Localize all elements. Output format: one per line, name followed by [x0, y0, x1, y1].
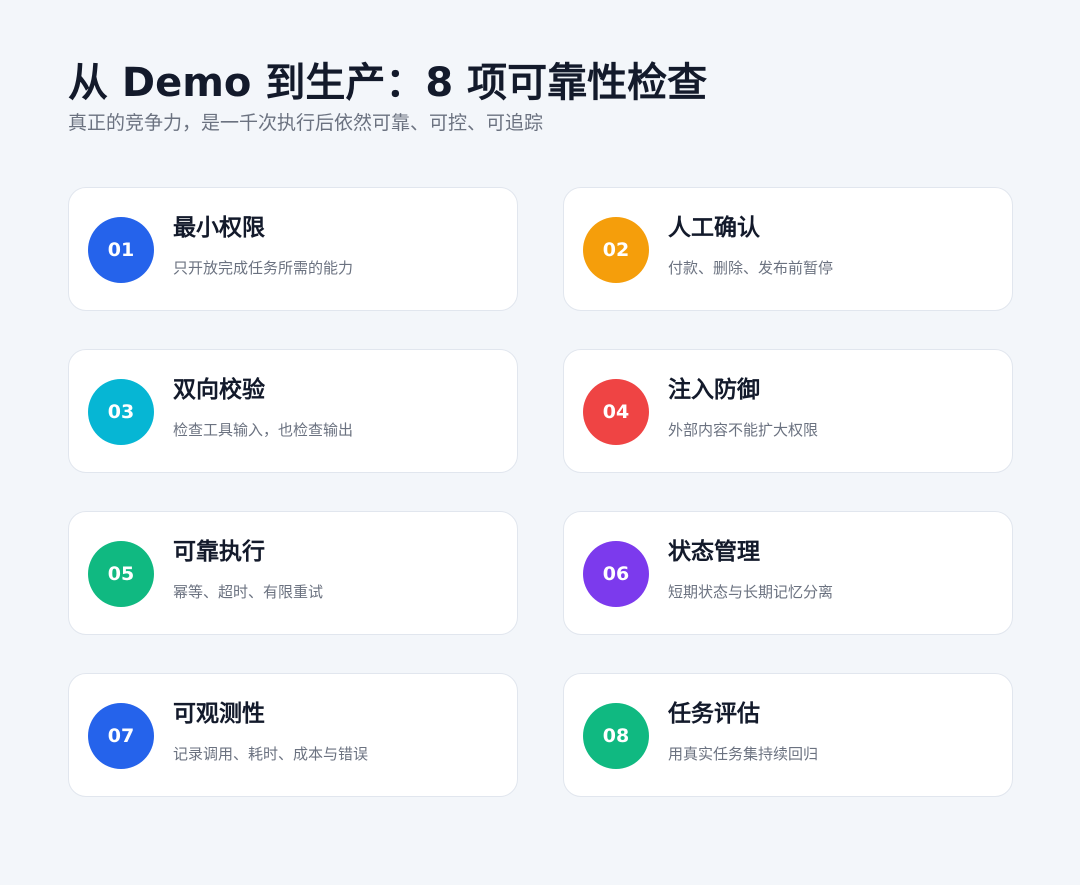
card-title: 任务评估	[668, 701, 760, 727]
card-title: 状态管理	[668, 539, 760, 565]
card-description: 用真实任务集持续回归	[668, 745, 819, 763]
check-card: 01 最小权限 只开放完成任务所需的能力	[68, 187, 518, 311]
checklist-grid: 01 最小权限 只开放完成任务所需的能力 02 人工确认 付款、删除、发布前暂停…	[68, 187, 1013, 797]
check-card: 03 双向校验 检查工具输入，也检查输出	[68, 349, 518, 473]
check-card: 04 注入防御 外部内容不能扩大权限	[563, 349, 1013, 473]
card-description: 外部内容不能扩大权限	[668, 421, 819, 439]
card-title: 可靠执行	[173, 539, 265, 565]
card-title: 最小权限	[173, 215, 265, 241]
card-description: 记录调用、耗时、成本与错误	[173, 745, 369, 763]
page-subtitle: 真正的竞争力，是一千次执行后依然可靠、可控、可追踪	[68, 112, 544, 134]
check-card: 07 可观测性 记录调用、耗时、成本与错误	[68, 673, 518, 797]
card-title: 注入防御	[668, 377, 760, 403]
number-badge: 04	[583, 379, 649, 445]
card-description: 付款、删除、发布前暂停	[668, 259, 834, 277]
check-card: 06 状态管理 短期状态与长期记忆分离	[563, 511, 1013, 635]
card-title: 双向校验	[173, 377, 265, 403]
card-description: 幂等、超时、有限重试	[173, 583, 324, 601]
check-card: 08 任务评估 用真实任务集持续回归	[563, 673, 1013, 797]
number-badge: 05	[88, 541, 154, 607]
card-title: 人工确认	[668, 215, 760, 241]
number-badge: 03	[88, 379, 154, 445]
number-badge: 02	[583, 217, 649, 283]
card-title: 可观测性	[173, 701, 265, 727]
page-title: 从 Demo 到生产：8 项可靠性检查	[68, 60, 708, 106]
number-badge: 06	[583, 541, 649, 607]
card-description: 短期状态与长期记忆分离	[668, 583, 834, 601]
card-description: 只开放完成任务所需的能力	[173, 259, 354, 277]
number-badge: 01	[88, 217, 154, 283]
check-card: 02 人工确认 付款、删除、发布前暂停	[563, 187, 1013, 311]
number-badge: 08	[583, 703, 649, 769]
number-badge: 07	[88, 703, 154, 769]
card-description: 检查工具输入，也检查输出	[173, 421, 354, 439]
check-card: 05 可靠执行 幂等、超时、有限重试	[68, 511, 518, 635]
header: 从 Demo 到生产：8 项可靠性检查 真正的竞争力，是一千次执行后依然可靠、可…	[68, 58, 1012, 136]
